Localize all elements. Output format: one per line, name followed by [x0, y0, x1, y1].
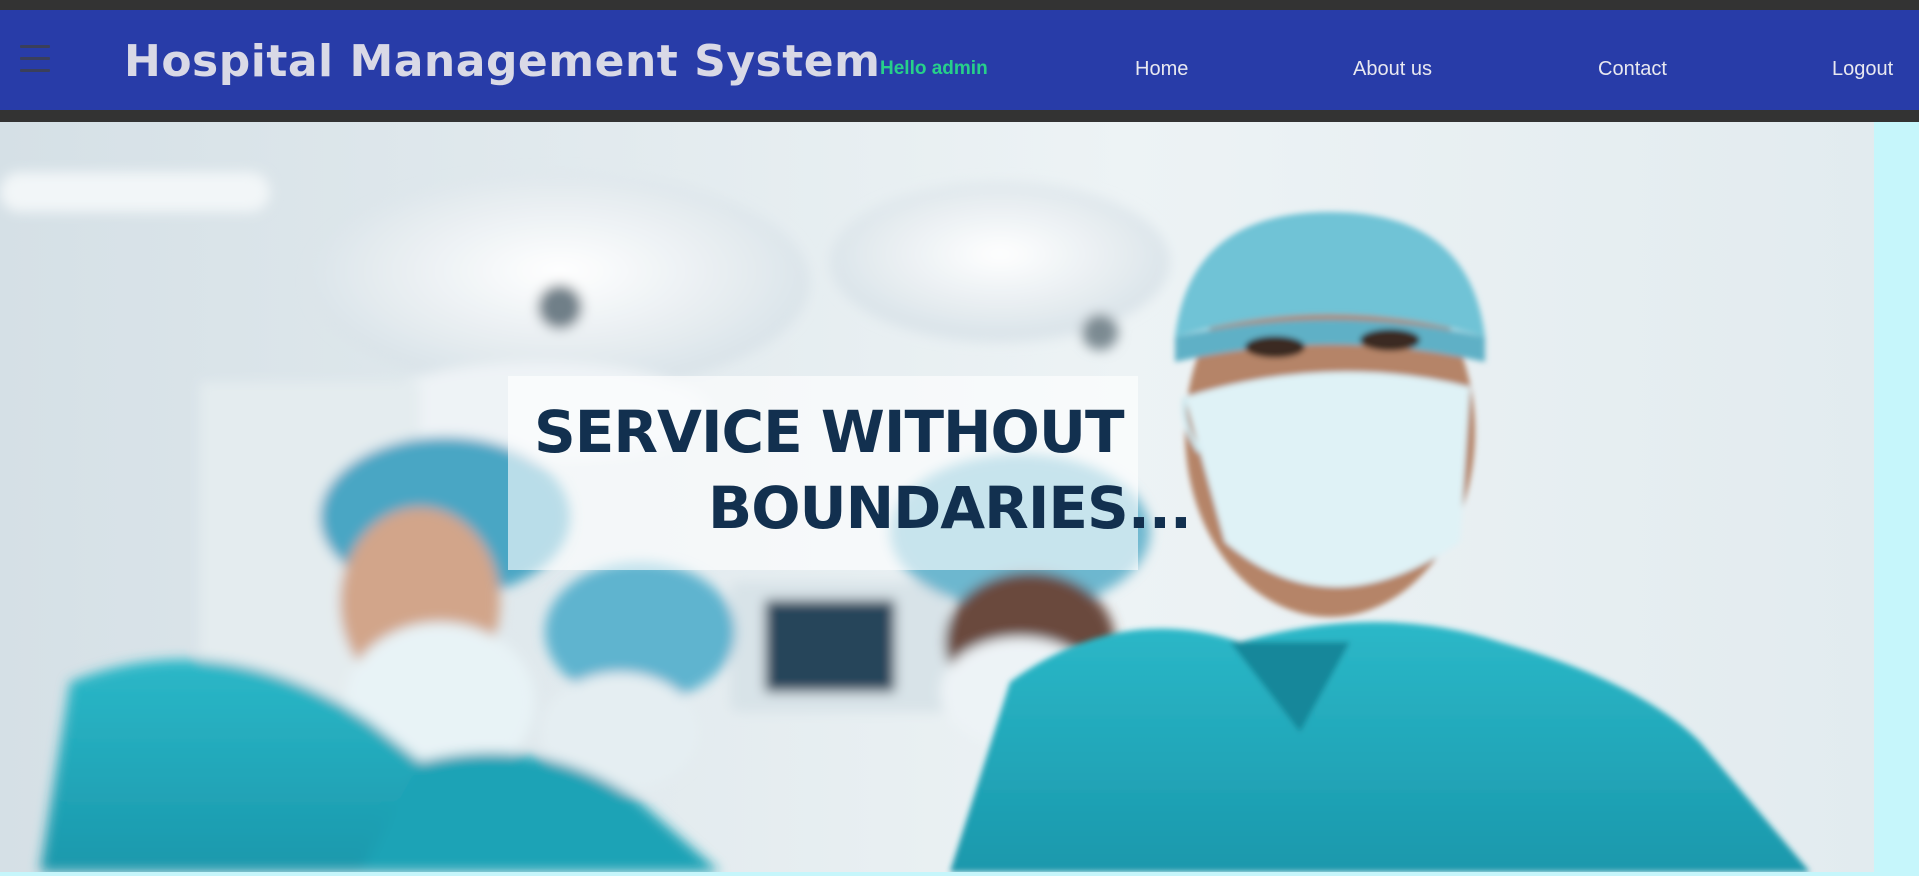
top-strip [0, 0, 1919, 10]
tagline-line-2: BOUNDARIES... [708, 474, 1192, 542]
site-title: Hospital Management System [124, 36, 881, 87]
nav-link-contact[interactable]: Contact [1598, 58, 1667, 81]
navbar-bottom-strip [0, 110, 1919, 122]
logout-link[interactable]: Logout [1832, 58, 1893, 81]
navbar: Hospital Management System Hello admin H… [0, 10, 1919, 110]
tagline-line-1: SERVICE WITHOUT [534, 398, 1125, 466]
page-background-bottom [0, 872, 1919, 876]
nav-link-home[interactable]: Home [1135, 58, 1188, 81]
nav-link-about-us[interactable]: About us [1353, 58, 1432, 81]
hamburger-menu-icon[interactable] [20, 43, 50, 75]
hero-banner: SERVICE WITHOUT BOUNDARIES... [0, 122, 1874, 872]
user-greeting: Hello admin [880, 58, 988, 79]
tagline-box: SERVICE WITHOUT BOUNDARIES... [508, 376, 1192, 570]
page-background-right [1874, 122, 1919, 876]
